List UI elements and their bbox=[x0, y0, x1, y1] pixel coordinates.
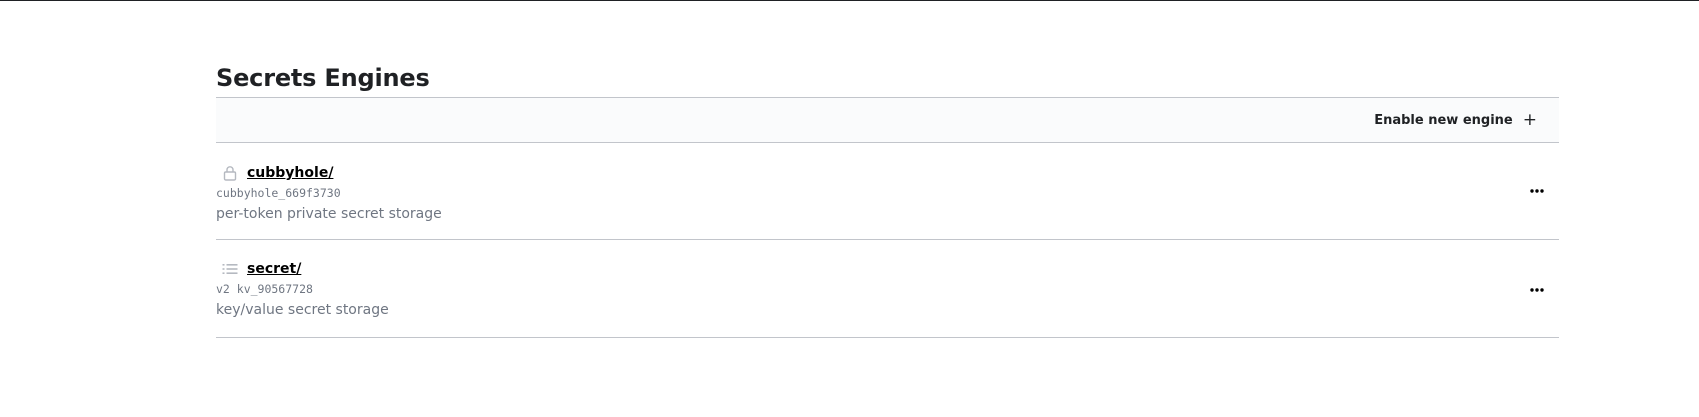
list-icon bbox=[222, 261, 238, 277]
engine-accessor: cubbyhole_669f3730 bbox=[216, 186, 341, 200]
more-horizontal-icon bbox=[1530, 189, 1544, 193]
more-options-button[interactable] bbox=[1527, 181, 1547, 201]
lock-icon bbox=[222, 165, 238, 181]
secrets-engines-page: Secrets Engines Enable new engine + cubb… bbox=[216, 60, 1559, 338]
engine-row-cubbyhole: cubbyhole/ cubbyhole_669f3730 per-token … bbox=[216, 143, 1559, 240]
engine-path-link[interactable]: secret/ bbox=[247, 261, 301, 277]
more-options-button[interactable] bbox=[1527, 280, 1547, 300]
engine-row-secret: secret/ v2 kv_90567728 key/value secret … bbox=[216, 240, 1559, 338]
engine-accessor: v2 kv_90567728 bbox=[216, 282, 313, 296]
page-title: Secrets Engines bbox=[216, 64, 430, 92]
engine-path-link[interactable]: cubbyhole/ bbox=[247, 165, 333, 181]
toolbar: Enable new engine + bbox=[216, 97, 1559, 143]
engine-description: key/value secret storage bbox=[216, 302, 389, 318]
enable-new-engine-label: Enable new engine bbox=[1374, 112, 1513, 128]
top-divider bbox=[0, 0, 1699, 1]
engine-description: per-token private secret storage bbox=[216, 206, 442, 222]
more-horizontal-icon bbox=[1530, 288, 1544, 292]
enable-new-engine-button[interactable]: Enable new engine + bbox=[1374, 109, 1537, 130]
plus-icon: + bbox=[1522, 109, 1537, 130]
